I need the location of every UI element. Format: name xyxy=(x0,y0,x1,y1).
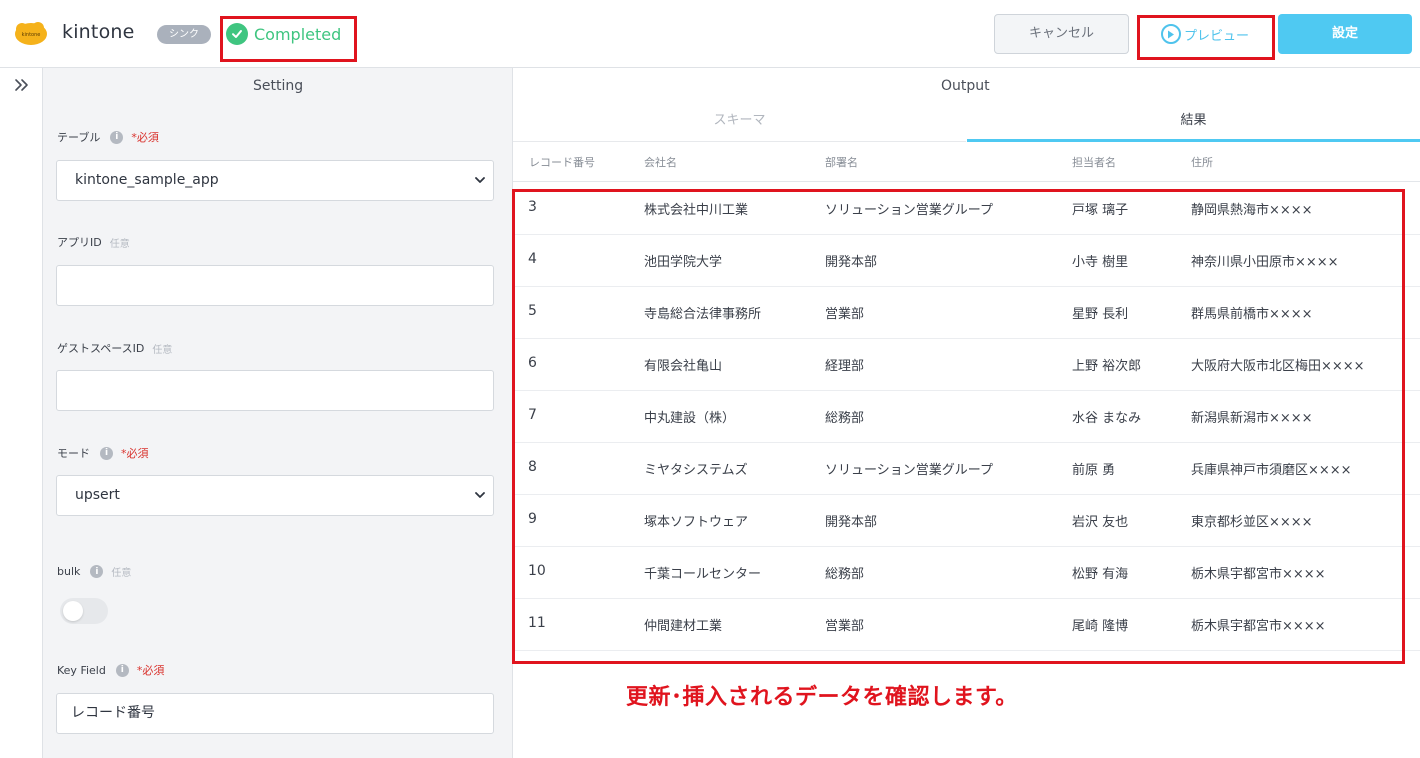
sync-badge: シンク xyxy=(157,25,211,44)
bulk-toggle[interactable] xyxy=(60,598,108,624)
app-id-label-text: アプリID xyxy=(57,236,102,249)
table-select[interactable]: kintone_sample_app xyxy=(56,160,494,201)
guest-space-id-input[interactable] xyxy=(56,370,494,411)
key-field-label: Key Field i *必須 xyxy=(57,662,164,678)
setting-title: Setting xyxy=(253,78,304,94)
required-mark: *必須 xyxy=(131,131,159,144)
bulk-field-label: bulk i 任意 xyxy=(57,564,131,579)
required-mark: *必須 xyxy=(136,664,165,677)
setting-panel: Setting テーブル i *必須 kintone_sample_app アプ… xyxy=(43,68,513,758)
info-icon[interactable]: i xyxy=(100,446,113,460)
info-icon[interactable]: i xyxy=(110,130,124,144)
column-header: 担当者名 xyxy=(1072,156,1116,169)
svg-text:kintone: kintone xyxy=(22,32,41,38)
mode-label-text: モード xyxy=(57,447,90,460)
app-id-input[interactable] xyxy=(56,265,494,306)
column-header: レコード番号 xyxy=(529,156,595,169)
app-header: kintone kintone シンク Completed キャンセル プレビュ… xyxy=(0,0,1420,68)
toggle-knob xyxy=(63,601,83,621)
mode-select[interactable]: upsert xyxy=(56,475,494,516)
app-id-field-label: アプリID 任意 xyxy=(57,234,130,250)
optional-mark: 任意 xyxy=(109,238,130,250)
table-label-text: テーブル xyxy=(57,131,101,144)
side-rail xyxy=(0,68,43,758)
column-header: 会社名 xyxy=(644,156,677,169)
settings-button[interactable]: 設定 xyxy=(1278,14,1412,54)
bulk-label-text: bulk xyxy=(57,565,81,578)
tab-result[interactable]: 結果 xyxy=(967,104,1420,142)
mode-field-label: モード i *必須 xyxy=(57,445,149,461)
chevron-down-icon xyxy=(475,492,485,498)
output-title: Output xyxy=(941,78,990,94)
mode-select-value: upsert xyxy=(75,487,120,503)
key-field-label-text: Key Field xyxy=(57,663,106,677)
highlight-box-preview xyxy=(1137,15,1275,60)
guest-space-id-field-label: ゲストスペースID 任意 xyxy=(57,340,172,356)
info-icon[interactable]: i xyxy=(90,565,104,578)
tab-schema[interactable]: スキーマ xyxy=(513,104,966,142)
column-header: 住所 xyxy=(1191,156,1213,169)
key-field-input[interactable]: レコード番号 xyxy=(56,693,494,734)
connector-title: kintone xyxy=(62,21,135,43)
table-field-label: テーブル i *必須 xyxy=(57,129,159,145)
required-mark: *必須 xyxy=(121,447,149,460)
highlight-box-results xyxy=(512,189,1405,664)
optional-mark: 任意 xyxy=(152,344,173,356)
kintone-logo: kintone xyxy=(15,22,47,45)
annotation-text: 更新･挿入されるデータを確認します。 xyxy=(626,685,1018,710)
guest-space-id-label-text: ゲストスペースID xyxy=(57,342,145,355)
table-select-value: kintone_sample_app xyxy=(75,172,219,188)
highlight-box-status xyxy=(220,16,357,62)
double-chevron-right-icon[interactable] xyxy=(13,77,31,93)
optional-mark: 任意 xyxy=(111,568,132,579)
column-header: 部署名 xyxy=(825,156,858,169)
table-header: レコード番号 会社名 部署名 担当者名 住所 xyxy=(513,142,1420,182)
info-icon[interactable]: i xyxy=(115,663,129,677)
chevron-down-icon xyxy=(475,177,485,183)
cancel-button[interactable]: キャンセル xyxy=(994,14,1129,54)
